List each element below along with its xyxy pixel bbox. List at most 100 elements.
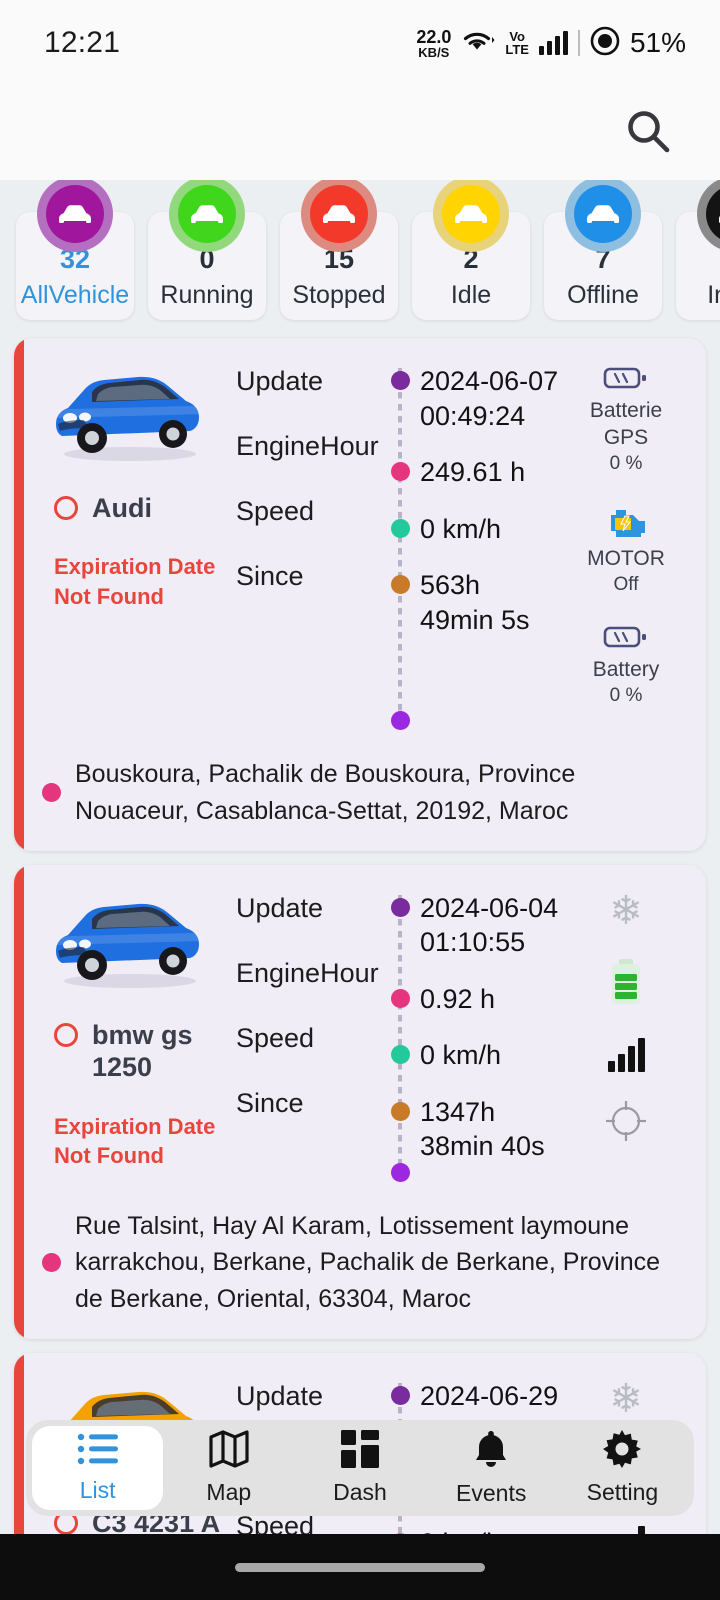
network-speed-indicator: 22.0 KB/S [416, 28, 451, 59]
address-text: Bouskoura, Pachalik de Bouskoura, Provin… [75, 760, 576, 825]
status-time: 12:21 [44, 26, 121, 59]
car-status-icon [706, 185, 720, 243]
status-icon-block: ❄ [609, 891, 643, 931]
metric-labels: Update EngineHour Speed Since [236, 356, 386, 734]
since-value: 563h 49min 5s [420, 570, 530, 635]
vehicle-thumbnail [40, 362, 216, 466]
timeline-dot-end [391, 1163, 410, 1183]
chip-bubble [433, 180, 509, 252]
nav-item-dash[interactable]: Dash [294, 1426, 425, 1510]
engine-hour-value: 0.92 h [420, 983, 496, 1014]
vehicle-list[interactable]: Audi Expiration Date Not Found Update Engin… [0, 330, 720, 1600]
volte-bottom-text: LTE [505, 42, 529, 57]
timeline-engine-hour: 0.92 h [391, 982, 560, 1017]
timeline-speed: 0 km/h [391, 1038, 560, 1073]
timeline-speed: 0 km/h [391, 512, 560, 547]
row-label: EngineHour [236, 957, 379, 988]
timeline-dot-since [391, 1101, 410, 1121]
timeline-dot-update [391, 1385, 410, 1405]
gear-icon [603, 1430, 642, 1473]
nav-label: Map [206, 1479, 252, 1505]
car-status-icon [310, 185, 368, 243]
chip-label: Offline [567, 281, 639, 309]
chip-label: AllVehicle [20, 281, 130, 309]
gesture-pill[interactable] [235, 1562, 485, 1572]
address-row: Rue Talsint, Hay Al Karam, Lotissement l… [14, 1186, 706, 1339]
card-status-stripe [14, 864, 24, 1339]
chip-bubble [697, 180, 720, 252]
status-icon-block: Batterie GPS 0 % [590, 364, 662, 476]
timeline-dot-engine-hour [391, 988, 410, 1008]
gps-crosshair-icon [603, 1098, 649, 1149]
nav-item-map[interactable]: Map [163, 1426, 294, 1510]
speed-value: 0 km/h [420, 513, 502, 544]
row-label: Speed [236, 1022, 315, 1053]
chip-label: In Ac [707, 281, 720, 309]
address-text: Rue Talsint, Hay Al Karam, Lotissement l… [75, 1212, 661, 1313]
nav-item-events[interactable]: Events [426, 1426, 557, 1510]
status-ring-icon [54, 496, 78, 520]
expiration-status: Expiration Date Not Found [54, 554, 216, 610]
update-value: 2024-06-04 01:10:55 [420, 892, 559, 958]
filter-chip-stopped[interactable]: 15 Stopped [280, 180, 398, 320]
row-label: Update [236, 892, 324, 923]
bottom-navigation[interactable]: List Map Dash Events Setting [26, 1420, 694, 1516]
vehicle-name: bmw gs 1250 [92, 1019, 193, 1083]
expiration-status: Expiration Date Not Found [54, 1113, 216, 1169]
icon-value: Off [613, 573, 639, 595]
timeline-dot-update [391, 371, 410, 390]
phone-screen: 12:21 22.0 KB/S Vo LTE 51% 32 AllVehicle… [0, 0, 720, 1600]
bell-icon [473, 1429, 509, 1474]
card-body: bmw gs 1250 Expiration Date Not Found Upda… [14, 883, 706, 1186]
status-icon-block: MOTOR Off [587, 502, 665, 597]
timeline-dot-end [391, 711, 410, 731]
status-icon-block [607, 1037, 645, 1072]
status-divider [577, 30, 580, 56]
engine-hour-value: 249.61 h [420, 457, 526, 488]
vehicle-column: Audi Expiration Date Not Found [40, 356, 236, 734]
location-pin-icon [42, 783, 61, 802]
chip-label: Idle [450, 281, 492, 309]
engine-icon [602, 502, 650, 545]
vehicle-card[interactable]: Audi Expiration Date Not Found Update Engin… [14, 338, 706, 851]
chip-label: Stopped [292, 281, 386, 309]
status-icon-block: Battery 0 % [592, 623, 660, 708]
car-status-icon [178, 185, 236, 243]
car-status-icon [442, 185, 500, 243]
nav-item-setting[interactable]: Setting [557, 1426, 688, 1510]
card-body: Audi Expiration Date Not Found Update Engin… [14, 356, 706, 734]
filter-chip-offline[interactable]: 7 Offline [544, 180, 662, 320]
icon-caption: MOTOR [587, 547, 665, 571]
filter-chip-bar[interactable]: 32 AllVehicle 0 Running 15 Stopped 2 Idle 7 Offli… [0, 180, 720, 330]
search-button[interactable] [618, 103, 678, 163]
nav-item-list[interactable]: List [32, 1426, 164, 1510]
timeline-since: 563h 49min 5s [391, 568, 560, 637]
status-bar: 12:21 22.0 KB/S Vo LTE 51% [0, 0, 720, 86]
icon-caption: Battery [592, 658, 660, 682]
chip-bubble [565, 180, 641, 252]
timeline-dot-engine-hour [391, 462, 410, 482]
map-icon [209, 1430, 249, 1473]
filter-chip-allvehicle[interactable]: 32 AllVehicle [16, 180, 134, 320]
status-icon-block: ❄ [609, 1379, 643, 1419]
icon-caption-secondary: GPS [603, 426, 649, 450]
signal-strength-icon [607, 1037, 645, 1072]
filter-chip-running[interactable]: 0 Running [148, 180, 266, 320]
vehicle-name-row: Audi [40, 492, 236, 524]
icon-value: 0 % [609, 452, 643, 474]
timeline-update: 2024-06-04 01:10:55 [391, 891, 560, 960]
chip-label: Running [160, 281, 254, 309]
battery-outline-icon [603, 623, 649, 656]
timeline-dot-speed [391, 1045, 410, 1065]
nav-label: Setting [586, 1479, 659, 1505]
app-header [0, 86, 720, 180]
vehicle-name-row: bmw gs 1250 [40, 1019, 236, 1084]
vehicle-name: Audi [92, 493, 152, 523]
address-row: Bouskoura, Pachalik de Bouskoura, Provin… [14, 734, 706, 851]
filter-chip-idle[interactable]: 2 Idle [412, 180, 530, 320]
car-status-icon [46, 185, 104, 243]
network-speed-unit: KB/S [418, 44, 450, 60]
filter-chip-in-ac[interactable]: 8In Ac [676, 180, 720, 320]
metric-labels: Update EngineHour Speed Since [236, 883, 386, 1186]
vehicle-card[interactable]: bmw gs 1250 Expiration Date Not Found Upda… [14, 864, 706, 1339]
